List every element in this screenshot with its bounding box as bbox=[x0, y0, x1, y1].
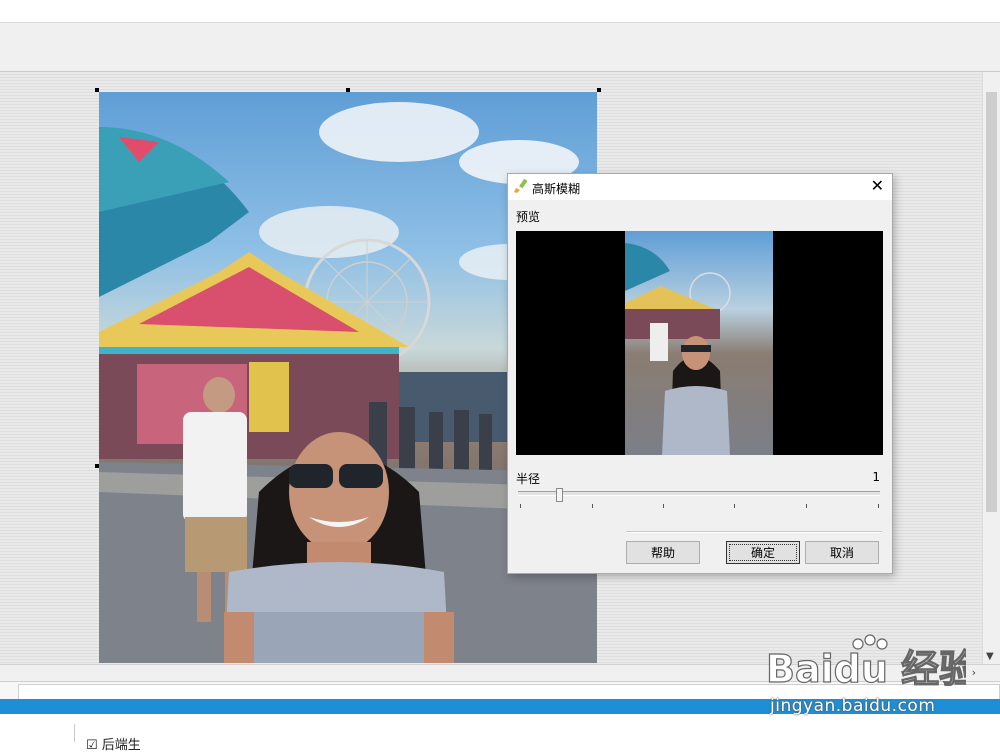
cancel-button[interactable]: 取消 bbox=[805, 541, 879, 564]
panel-divider bbox=[74, 724, 75, 742]
slider-tick bbox=[592, 504, 593, 508]
selection-handle[interactable] bbox=[597, 88, 601, 92]
watermark-brand: Baidu 经验 bbox=[766, 647, 966, 691]
radius-value: 1 bbox=[872, 470, 880, 484]
vertical-scrollbar[interactable]: ▼ bbox=[982, 72, 1000, 664]
ok-button[interactable]: 确定 bbox=[726, 541, 800, 564]
preview-label: 预览 bbox=[516, 210, 541, 224]
toolbar bbox=[0, 23, 1000, 72]
app-top-bar bbox=[0, 0, 1000, 23]
dialog-title: 高斯模糊 bbox=[532, 182, 581, 196]
watermark-url: jingyan.baidu.com bbox=[770, 696, 936, 716]
radius-slider[interactable] bbox=[518, 488, 881, 510]
preview-pane bbox=[516, 231, 883, 455]
radius-label: 半径 bbox=[516, 472, 541, 486]
close-icon[interactable]: ✕ bbox=[871, 176, 884, 195]
slider-tick bbox=[878, 504, 879, 508]
slider-tick bbox=[806, 504, 807, 508]
chevron-down-icon[interactable]: ▼ bbox=[986, 651, 994, 662]
brush-icon bbox=[513, 178, 529, 197]
slider-thumb[interactable] bbox=[556, 488, 563, 502]
dialog-title-bar[interactable]: 高斯模糊 ✕ bbox=[508, 174, 892, 200]
slider-tick bbox=[663, 504, 664, 508]
dialog-separator bbox=[626, 531, 882, 533]
backend-checkbox[interactable]: ☑ 后端生 bbox=[86, 734, 141, 753]
scrollbar-thumb[interactable] bbox=[986, 92, 997, 512]
slider-tick bbox=[734, 504, 735, 508]
chevron-right-icon[interactable]: › bbox=[972, 666, 976, 679]
help-button[interactable]: 帮助 bbox=[626, 541, 700, 564]
slider-track bbox=[518, 491, 880, 496]
slider-tick bbox=[520, 504, 521, 508]
preview-image bbox=[625, 231, 773, 455]
gaussian-blur-dialog: 高斯模糊 ✕ 预览 半径 1 帮助 确定 取消 bbox=[507, 173, 893, 574]
